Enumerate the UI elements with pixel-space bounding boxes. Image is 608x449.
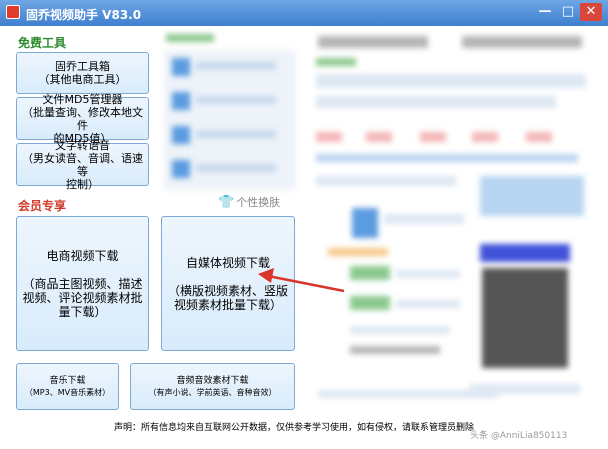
disclaimer-text: 声明：所有信息均来自互联网公开数据，仅供参考学习使用，如有侵权，请联系管理员删除 <box>114 423 475 433</box>
arrow-head <box>258 268 274 283</box>
watermark-text: 头条 @AnniLia850113 <box>470 431 568 441</box>
pointer-arrow <box>258 268 345 293</box>
arrow-shaft <box>267 274 345 293</box>
